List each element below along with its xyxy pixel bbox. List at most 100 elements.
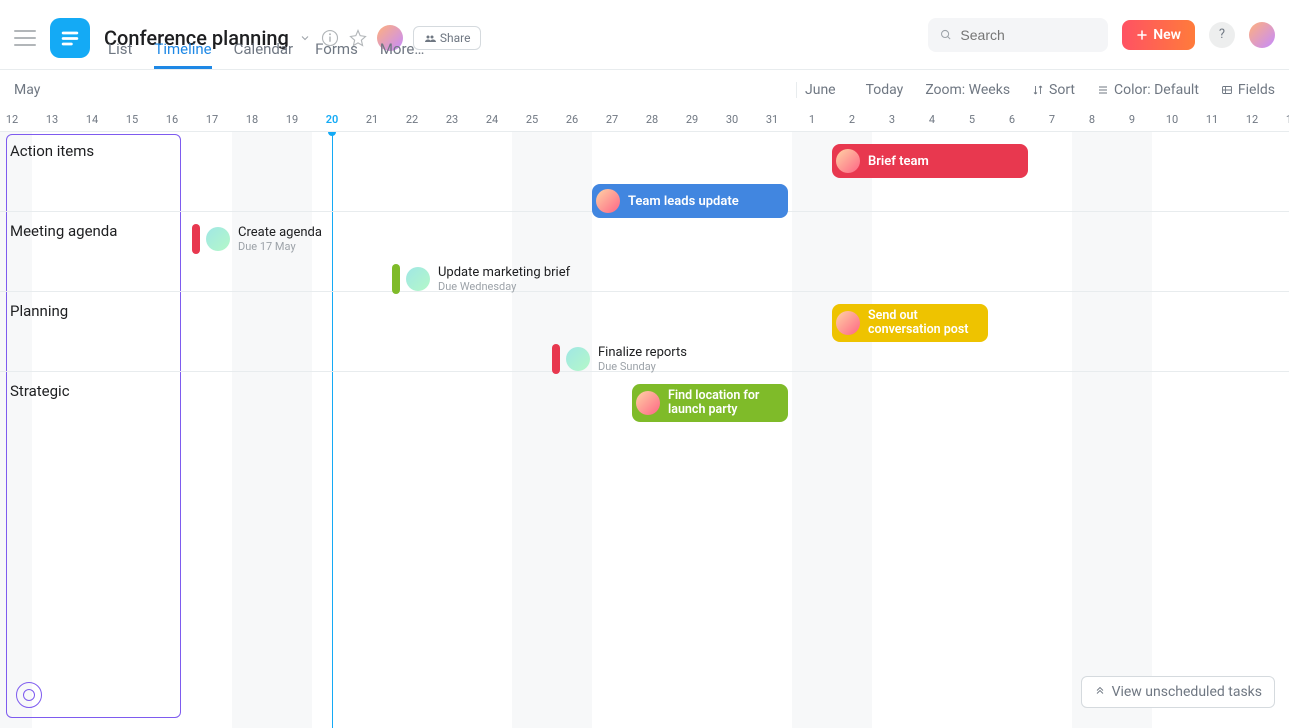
task-label: Find location for launch party xyxy=(668,389,776,418)
task-send-conversation-post[interactable]: Send out conversa­tion post xyxy=(832,304,988,342)
section-label[interactable]: Meeting agenda xyxy=(10,222,117,240)
section-label[interactable]: Action items xyxy=(10,142,94,160)
avatar xyxy=(636,391,660,415)
tab-timeline[interactable]: Timeline xyxy=(154,40,211,69)
date-cell: 31 xyxy=(752,113,792,126)
month-label-june: June xyxy=(796,82,836,98)
sort-icon xyxy=(1032,84,1044,96)
date-cell: 15 xyxy=(112,113,152,126)
date-cell: 2 xyxy=(832,113,872,126)
button-label: View unscheduled tasks xyxy=(1112,684,1262,700)
date-cell: 13 xyxy=(1272,113,1289,126)
date-cell: 30 xyxy=(712,113,752,126)
date-cell: 20 xyxy=(312,113,352,126)
date-cell: 3 xyxy=(872,113,912,126)
date-cell: 18 xyxy=(232,113,272,126)
date-cell: 8 xyxy=(1072,113,1112,126)
avatar xyxy=(836,311,860,335)
date-cell: 10 xyxy=(1152,113,1192,126)
date-cell: 16 xyxy=(152,113,192,126)
task-subtext: Due Sunday xyxy=(598,360,687,373)
section-label[interactable]: Strategic xyxy=(10,382,70,400)
chevron-up-icon xyxy=(1094,686,1106,698)
task-label: Team leads update xyxy=(628,194,739,209)
task-create-agenda[interactable]: Create agenda Due 17 May xyxy=(192,224,322,254)
date-ruler: 1213141516171819202122232425262728293031… xyxy=(0,110,1289,132)
avatar xyxy=(206,227,230,251)
task-label: Update marketing brief xyxy=(438,265,570,280)
search-input[interactable] xyxy=(960,27,1096,43)
date-cell: 5 xyxy=(952,113,992,126)
section-strategic: Strategic xyxy=(0,372,1289,728)
date-cell: 25 xyxy=(512,113,552,126)
new-button[interactable]: New xyxy=(1122,20,1195,50)
task-brief-team[interactable]: Brief team xyxy=(832,144,1028,178)
tab-forms[interactable]: Forms xyxy=(315,40,358,69)
tab-more[interactable]: More… xyxy=(380,40,425,69)
task-find-location[interactable]: Find location for launch party xyxy=(632,384,788,422)
fields-icon xyxy=(1221,84,1233,96)
date-cell: 1 xyxy=(792,113,832,126)
task-label: Finalize reports xyxy=(598,345,687,360)
new-button-label: New xyxy=(1153,27,1181,43)
avatar xyxy=(406,267,430,291)
user-avatar[interactable] xyxy=(1249,22,1275,48)
task-update-marketing-brief[interactable]: Update marketing brief Due Wednesday xyxy=(392,264,570,294)
date-cell: 26 xyxy=(552,113,592,126)
task-team-leads-update[interactable]: Team leads update xyxy=(592,184,788,218)
date-cell: 29 xyxy=(672,113,712,126)
tab-calendar[interactable]: Calendar xyxy=(234,40,294,69)
share-label: Share xyxy=(440,31,471,45)
view-unscheduled-button[interactable]: View unscheduled tasks xyxy=(1081,676,1275,708)
menu-icon[interactable] xyxy=(14,27,36,49)
status-pill xyxy=(192,224,200,254)
date-cell: 24 xyxy=(472,113,512,126)
tab-list[interactable]: List xyxy=(108,40,132,69)
date-cell: 12 xyxy=(0,113,32,126)
task-subtext: Due 17 May xyxy=(238,240,322,253)
date-cell: 28 xyxy=(632,113,672,126)
date-cell: 14 xyxy=(72,113,112,126)
date-cell: 6 xyxy=(992,113,1032,126)
date-cell: 23 xyxy=(432,113,472,126)
project-icon[interactable] xyxy=(50,18,90,58)
search-icon xyxy=(940,28,952,42)
date-cell: 9 xyxy=(1112,113,1152,126)
date-cell: 12 xyxy=(1232,113,1272,126)
date-cell: 4 xyxy=(912,113,952,126)
today-button[interactable]: Today xyxy=(866,82,904,98)
help-button[interactable]: ? xyxy=(1209,22,1235,48)
task-label: Send out conversa­tion post xyxy=(868,309,976,338)
app-header: Conference planning Share List Timeline … xyxy=(0,0,1289,70)
task-label: Create agenda xyxy=(238,225,322,240)
avatar xyxy=(836,149,860,173)
header-right: New ? xyxy=(928,18,1275,52)
zoom-select[interactable]: Zoom: Weeks xyxy=(925,82,1010,98)
color-select[interactable]: Color: Default xyxy=(1097,82,1199,98)
date-cell: 7 xyxy=(1032,113,1072,126)
search-box[interactable] xyxy=(928,18,1108,52)
task-subtext: Due Wednesday xyxy=(438,280,570,293)
month-label-may: May xyxy=(14,82,40,98)
date-cell: 17 xyxy=(192,113,232,126)
sort-button[interactable]: Sort xyxy=(1032,82,1075,98)
date-cell: 19 xyxy=(272,113,312,126)
status-pill xyxy=(552,344,560,374)
status-pill xyxy=(392,264,400,294)
section-label[interactable]: Planning xyxy=(10,302,68,320)
info-circle-button[interactable] xyxy=(16,682,42,708)
tabs: List Timeline Calendar Forms More… xyxy=(108,40,424,69)
date-cell: 27 xyxy=(592,113,632,126)
task-finalize-reports[interactable]: Finalize reports Due Sunday xyxy=(552,344,687,374)
fields-select[interactable]: Fields xyxy=(1221,82,1275,98)
date-cell: 13 xyxy=(32,113,72,126)
task-label: Brief team xyxy=(868,154,929,169)
date-cell: 21 xyxy=(352,113,392,126)
plus-icon xyxy=(1136,29,1148,41)
date-cell: 22 xyxy=(392,113,432,126)
timeline-toolbar: May June Today Zoom: Weeks Sort Color: D… xyxy=(0,70,1289,110)
avatar xyxy=(596,189,620,213)
avatar xyxy=(566,347,590,371)
date-cell: 11 xyxy=(1192,113,1232,126)
timeline-body: Action items Meeting agenda Planning Str… xyxy=(0,132,1289,728)
